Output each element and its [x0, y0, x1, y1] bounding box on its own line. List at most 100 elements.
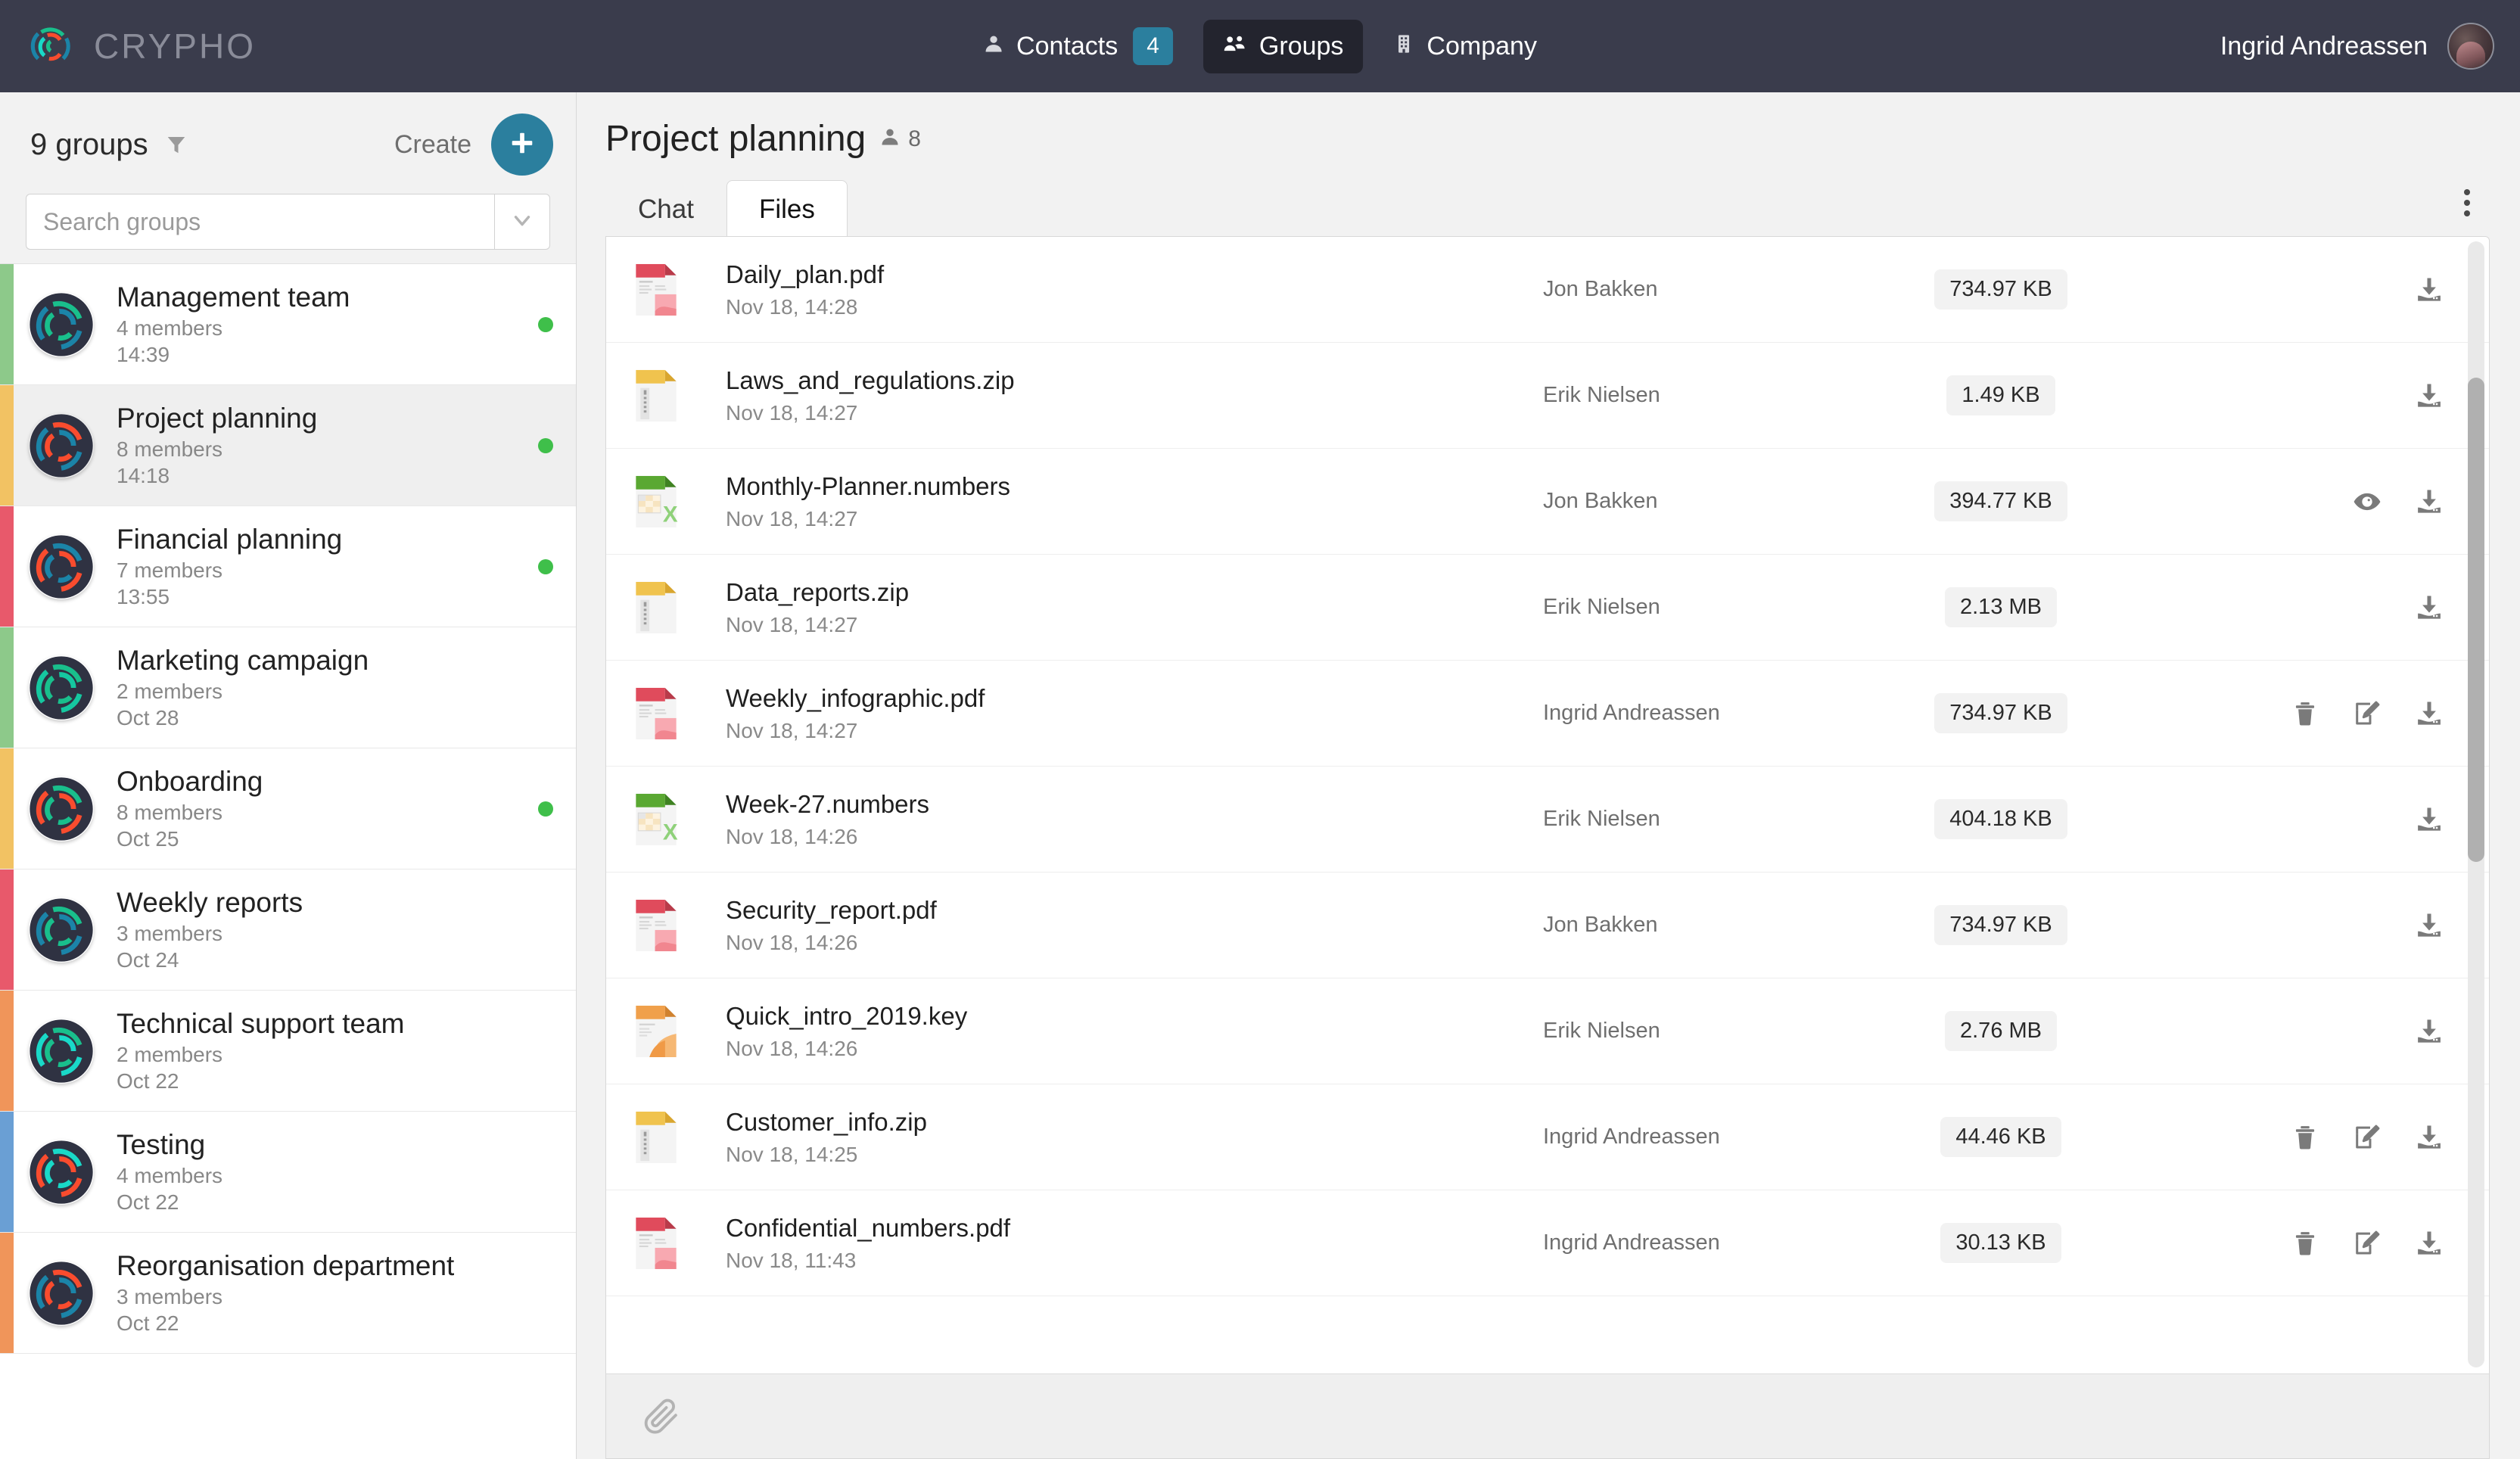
file-row[interactable]: Weekly_infographic.pdf Nov 18, 14:27 Ing…: [606, 661, 2489, 767]
download-icon[interactable]: [2415, 487, 2444, 516]
group-list-item[interactable]: Onboarding 8 members Oct 25: [0, 748, 576, 869]
download-icon[interactable]: [2415, 911, 2444, 940]
users-icon: [1223, 32, 1247, 61]
avatar[interactable]: [2447, 23, 2494, 70]
file-row[interactable]: Data_reports.zip Nov 18, 14:27 Erik Niel…: [606, 555, 2489, 661]
online-status-dot: [538, 801, 553, 817]
download-icon[interactable]: [2415, 805, 2444, 834]
group-avatar-icon: [29, 897, 94, 963]
group-member-count: 2 members: [117, 679, 223, 703]
file-name: Confidential_numbers.pdf: [726, 1213, 1011, 1242]
file-date: Nov 18, 14:25: [726, 1142, 858, 1166]
file-owner: Jon Bakken: [1543, 913, 1658, 937]
files-scrollbar-thumb[interactable]: [2468, 378, 2484, 862]
group-list-item[interactable]: Reorganisation department 3 members Oct …: [0, 1233, 576, 1354]
nav-item-company[interactable]: Company: [1374, 20, 1557, 73]
search-filter-dropdown-button[interactable]: [494, 194, 550, 250]
group-list-item[interactable]: Marketing campaign 2 members Oct 28: [0, 627, 576, 748]
file-row[interactable]: Daily_plan.pdf Nov 18, 14:28 Jon Bakken …: [606, 237, 2489, 343]
group-name: Financial planning: [117, 524, 343, 555]
groups-count-label: 9 groups: [30, 127, 148, 161]
filter-icon[interactable]: [165, 133, 188, 156]
online-status-dot: [538, 558, 553, 574]
file-size-cell: 734.97 KB: [1876, 905, 2126, 945]
trash-icon[interactable]: [2291, 1229, 2319, 1258]
file-name: Week-27.numbers: [726, 789, 930, 818]
file-row[interactable]: Confidential_numbers.pdf Nov 18, 11:43 I…: [606, 1190, 2489, 1296]
user-menu[interactable]: Ingrid Andreassen: [2220, 23, 2494, 70]
file-row[interactable]: Laws_and_regulations.zip Nov 18, 14:27 E…: [606, 343, 2489, 449]
group-member-count: 3 members: [117, 1284, 223, 1308]
trash-icon[interactable]: [2291, 1123, 2319, 1152]
tab-files[interactable]: Files: [726, 180, 848, 237]
file-owner: Erik Nielsen: [1543, 1019, 1660, 1043]
edit-icon[interactable]: [2353, 1229, 2382, 1258]
file-actions: [2126, 1017, 2489, 1046]
nav-item-contacts[interactable]: Contacts 4: [963, 15, 1193, 77]
file-row[interactable]: Security_report.pdf Nov 18, 14:26 Jon Ba…: [606, 873, 2489, 978]
file-actions: [2126, 1123, 2489, 1152]
download-icon[interactable]: [2415, 275, 2444, 304]
group-member-count: 4 members: [117, 1163, 223, 1187]
file-row[interactable]: Quick_intro_2019.key Nov 18, 14:26 Erik …: [606, 978, 2489, 1084]
file-size-cell: 404.18 KB: [1876, 799, 2126, 839]
file-type-key-icon: [633, 1003, 679, 1059]
nav-item-groups[interactable]: Groups: [1202, 19, 1364, 73]
file-row[interactable]: Customer_info.zip Nov 18, 14:25 Ingrid A…: [606, 1084, 2489, 1190]
group-timestamp: 14:39: [117, 342, 170, 366]
edit-icon[interactable]: [2353, 1123, 2382, 1152]
groups-sidebar: 9 groups Create Search groups Management…: [0, 92, 577, 1459]
download-icon[interactable]: [2415, 1017, 2444, 1046]
group-list-item[interactable]: Weekly reports 3 members Oct 24: [0, 869, 576, 991]
group-list-item[interactable]: Testing 4 members Oct 22: [0, 1112, 576, 1233]
file-row[interactable]: X Week-27.numbers Nov 18, 14:26 Erik Nie…: [606, 767, 2489, 873]
file-actions: [2126, 699, 2489, 728]
file-list[interactable]: Daily_plan.pdf Nov 18, 14:28 Jon Bakken …: [606, 237, 2489, 1373]
file-owner: Ingrid Andreassen: [1543, 701, 1720, 725]
file-size-badge: 394.77 KB: [1934, 481, 2067, 521]
create-group-button[interactable]: [491, 114, 553, 176]
tab-chat[interactable]: Chat: [605, 180, 726, 237]
file-name: Security_report.pdf: [726, 895, 937, 924]
download-icon[interactable]: [2415, 593, 2444, 622]
group-list-item[interactable]: Technical support team 2 members Oct 22: [0, 991, 576, 1112]
kebab-menu-icon[interactable]: [2459, 185, 2475, 221]
file-name: Laws_and_regulations.zip: [726, 366, 1015, 394]
plus-icon: [508, 129, 537, 161]
online-status-dot: [538, 437, 553, 453]
create-group-label[interactable]: Create: [394, 130, 471, 160]
file-owner: Ingrid Andreassen: [1543, 1230, 1720, 1255]
group-list-item[interactable]: Financial planning 7 members 13:55: [0, 506, 576, 627]
crypho-logo-icon: [27, 21, 77, 71]
group-list-item[interactable]: Project planning 8 members 14:18: [0, 385, 576, 506]
file-size-cell: 30.13 KB: [1876, 1223, 2126, 1263]
file-name: Data_reports.zip: [726, 577, 910, 606]
brand[interactable]: CRYPHO: [0, 21, 256, 71]
paperclip-icon[interactable]: [641, 1396, 682, 1437]
file-date: Nov 18, 14:26: [726, 824, 858, 848]
group-timestamp: Oct 22: [117, 1069, 179, 1093]
files-scrollbar[interactable]: [2468, 241, 2484, 1367]
page-title: Project planning: [605, 119, 866, 159]
trash-icon[interactable]: [2291, 699, 2319, 728]
group-list[interactable]: Management team 4 members 14:39 Project …: [0, 263, 576, 1459]
group-member-count: 8 members: [117, 437, 223, 461]
download-icon[interactable]: [2415, 1229, 2444, 1258]
search-groups-input[interactable]: [26, 194, 494, 250]
eye-icon[interactable]: [2353, 487, 2382, 516]
file-size-cell: 394.77 KB: [1876, 481, 2126, 521]
file-size-badge: 30.13 KB: [1940, 1223, 2061, 1263]
sidebar-header: 9 groups Create: [0, 92, 576, 183]
file-row[interactable]: X Monthly-Planner.numbers Nov 18, 14:27 …: [606, 449, 2489, 555]
file-date: Nov 18, 11:43: [726, 1248, 857, 1272]
group-member-count: 4 members: [117, 316, 223, 340]
download-icon[interactable]: [2415, 381, 2444, 410]
member-count: 8: [908, 126, 921, 151]
download-icon[interactable]: [2415, 1123, 2444, 1152]
file-type-zip-icon: [633, 368, 679, 424]
edit-icon[interactable]: [2353, 699, 2382, 728]
group-list-item[interactable]: Management team 4 members 14:39: [0, 264, 576, 385]
file-date: Nov 18, 14:27: [726, 506, 858, 530]
download-icon[interactable]: [2415, 699, 2444, 728]
user-name: Ingrid Andreassen: [2220, 31, 2428, 61]
